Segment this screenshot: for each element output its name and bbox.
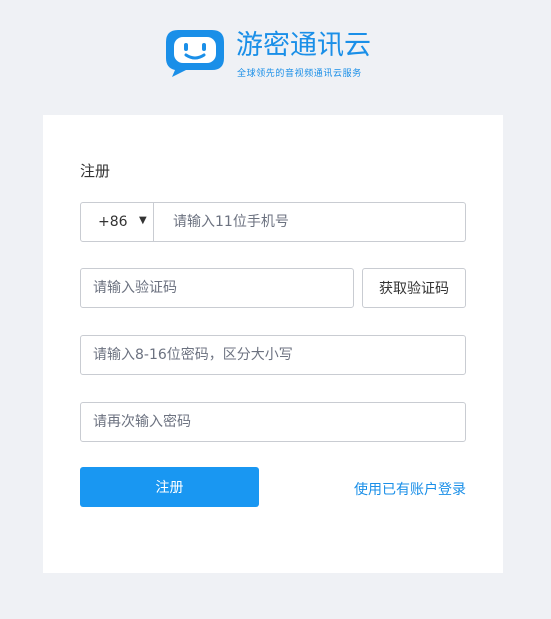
country-code-select[interactable]: +86 ▼	[81, 203, 154, 241]
verification-code-input[interactable]	[80, 268, 354, 308]
phone-input[interactable]	[153, 203, 463, 241]
login-existing-account-link[interactable]: 使用已有账户登录	[354, 479, 466, 499]
password-input[interactable]	[80, 335, 466, 375]
chat-bubble-smile-icon	[166, 30, 224, 77]
brand-name: 游密通讯云	[236, 30, 371, 61]
register-button[interactable]: 注册	[80, 467, 259, 507]
form-title: 注册	[80, 162, 111, 180]
get-code-button[interactable]: 获取验证码	[362, 268, 466, 308]
phone-field-group: +86 ▼	[80, 202, 466, 242]
country-code-value: +86	[98, 214, 128, 230]
brand-tagline: 全球领先的音视频通讯云服务	[237, 69, 362, 79]
brand-header: 游密通讯云 全球领先的音视频通讯云服务	[164, 28, 394, 82]
register-card: 注册 +86 ▼ 获取验证码 注册 使用已有账户登录	[43, 115, 503, 573]
caret-down-icon: ▼	[139, 215, 147, 226]
confirm-password-input[interactable]	[80, 402, 466, 442]
